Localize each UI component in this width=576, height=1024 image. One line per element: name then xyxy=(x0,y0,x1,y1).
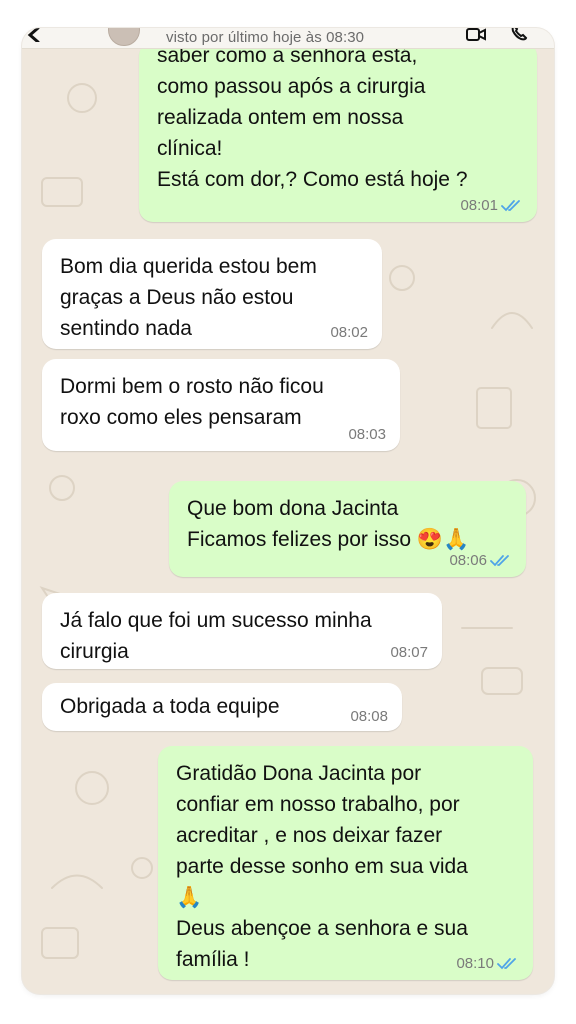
chevron-left-icon[interactable] xyxy=(26,28,42,42)
message-timestamp: 08:07 xyxy=(390,645,428,661)
message-bubble-incoming[interactable]: Bom dia querida estou bem graças a Deus … xyxy=(42,239,382,349)
time-label: 08:01 xyxy=(460,197,498,214)
double-check-icon xyxy=(490,555,509,567)
message-bubble-outgoing[interactable]: Gratidão Dona Jacinta por confiar em nos… xyxy=(158,746,533,980)
message-timestamp: 08:10 xyxy=(456,956,519,972)
avatar[interactable] xyxy=(108,28,140,46)
double-check-icon xyxy=(497,958,516,970)
message-timestamp: 08:03 xyxy=(348,427,386,443)
time-label: 08:06 xyxy=(449,552,487,569)
message-text: Já falo que foi um sucesso minha cirurgi… xyxy=(60,609,372,663)
double-check-icon xyxy=(501,200,520,212)
message-text: Gratidão Dona Jacinta por confiar em nos… xyxy=(176,762,468,971)
phone-call-icon[interactable] xyxy=(510,28,528,42)
message-text: Obrigada a toda equipe xyxy=(60,695,280,718)
message-timestamp: 08:02 xyxy=(330,325,368,341)
message-bubble-outgoing[interactable]: saber como a senhora está, como passou a… xyxy=(139,42,537,222)
message-bubble-incoming[interactable]: Dormi bem o rosto não ficou roxo como el… xyxy=(42,359,400,451)
message-bubble-incoming[interactable]: Já falo que foi um sucesso minha cirurgi… xyxy=(42,593,442,669)
message-text: Que bom dona Jacinta Ficamos felizes por… xyxy=(187,497,470,551)
time-label: 08:08 xyxy=(350,708,388,725)
chat-screen: visto por último hoje às 08:30 saber com… xyxy=(22,28,554,994)
chat-header: visto por último hoje às 08:30 xyxy=(22,28,554,49)
message-text: Bom dia querida estou bem graças a Deus … xyxy=(60,255,317,340)
message-timestamp: 08:06 xyxy=(449,553,512,569)
last-seen-status: visto por último hoje às 08:30 xyxy=(166,29,365,46)
message-timestamp: 08:08 xyxy=(350,709,388,725)
message-timestamp: 08:01 xyxy=(460,198,523,214)
message-bubble-outgoing[interactable]: Que bom dona Jacinta Ficamos felizes por… xyxy=(169,481,526,577)
message-text: saber como a senhora está, como passou a… xyxy=(157,44,468,191)
time-label: 08:02 xyxy=(330,324,368,341)
time-label: 08:03 xyxy=(348,426,386,443)
time-label: 08:10 xyxy=(456,955,494,972)
message-bubble-incoming[interactable]: Obrigada a toda equipe 08:08 xyxy=(42,683,402,731)
video-call-icon[interactable] xyxy=(466,28,486,42)
message-text: Dormi bem o rosto não ficou roxo como el… xyxy=(60,375,324,429)
time-label: 08:07 xyxy=(390,644,428,661)
